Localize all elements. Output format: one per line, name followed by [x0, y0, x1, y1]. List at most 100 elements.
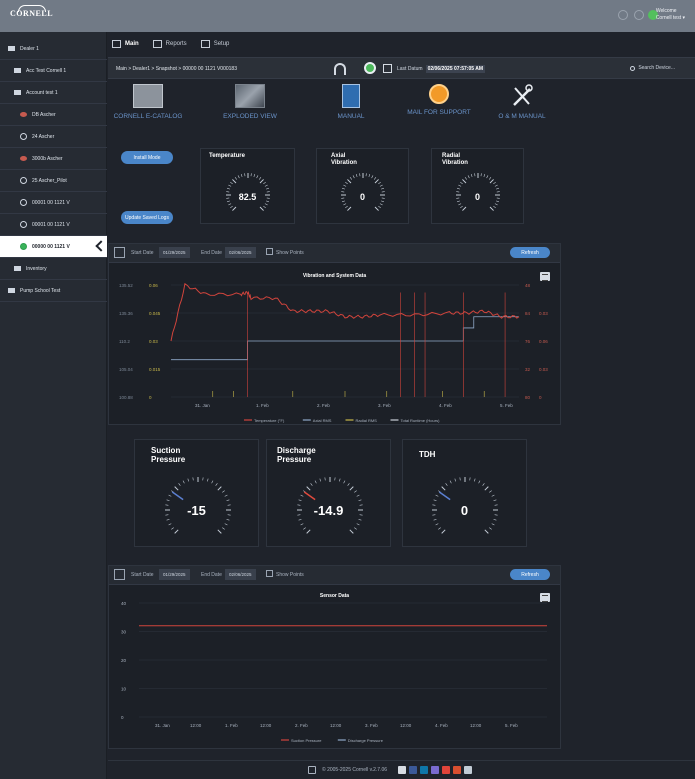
refresh-button[interactable]: Refresh — [510, 247, 550, 258]
x-axis-label: 3. Feb — [365, 723, 378, 728]
y-axis-label-right: 80 — [525, 395, 531, 400]
footer: © 2005-2025 Cornell v.2.7.06 — [108, 760, 695, 779]
sidebar-item-label: Inventory — [26, 265, 47, 272]
series-line-temperature — [170, 282, 520, 342]
tab-setup[interactable]: Setup — [200, 40, 229, 48]
show-points-label: Show Points — [276, 572, 304, 578]
facebook-icon[interactable] — [409, 766, 417, 774]
exploded-view-label: EXPLODED VIEW — [223, 113, 277, 120]
gauge-tick — [230, 181, 233, 185]
gauge-tick — [211, 480, 214, 484]
youtube-icon[interactable] — [442, 766, 450, 774]
user-menu[interactable]: Welcome Cornell test ▾ — [656, 8, 685, 22]
legend-label: Total Runtime (Hours) — [401, 418, 441, 423]
alert-icon — [20, 156, 27, 161]
start-date-input[interactable]: 01/29/2025 — [159, 247, 190, 258]
gauge-tick — [356, 523, 360, 526]
pump-icon — [20, 243, 27, 250]
tab-reports[interactable]: Reports — [152, 40, 187, 48]
end-date-input[interactable]: 02/06/2025 — [225, 569, 256, 580]
notification-icon[interactable] — [618, 10, 628, 20]
gauge-tick — [217, 486, 222, 491]
gauge-tick — [441, 529, 446, 534]
gauge-tick — [232, 179, 237, 184]
start-date-input[interactable]: 01/29/2025 — [159, 569, 190, 580]
social-icon[interactable] — [431, 766, 439, 774]
gauge-tick — [435, 494, 439, 497]
gauge-tick — [456, 187, 461, 190]
catalog-link[interactable]: CORNELL E-CATALOG — [110, 84, 186, 120]
manual-link[interactable]: MANUAL — [313, 84, 389, 120]
mail-support-link[interactable]: MAIL FOR SUPPORT — [398, 84, 480, 116]
gauge-tick — [484, 529, 489, 534]
sidebar-item-label: Pump School Test — [20, 287, 61, 294]
sidebar-item-label: Dealer 1 — [20, 45, 39, 52]
sidebar-item-selected-device[interactable]: 00000 00 1121 V — [0, 236, 107, 258]
sidebar-item-account[interactable]: Account test 1 — [0, 82, 107, 104]
sidebar-item-inventory[interactable]: Inventory — [0, 258, 107, 280]
gauge-tick — [449, 480, 452, 484]
copyright: © 2005-2025 Cornell v.2.7.06 — [322, 767, 388, 773]
show-points-checkbox[interactable] — [266, 570, 273, 577]
expand-icon[interactable] — [114, 247, 125, 258]
gauge-tick — [319, 478, 322, 482]
om-manual-link[interactable]: O & M MANUAL — [484, 84, 560, 120]
gauge-tick — [354, 490, 357, 493]
document-icon[interactable] — [308, 766, 316, 774]
gauge-tick — [174, 529, 179, 534]
sidebar-item-device[interactable]: 3000b Ascher — [0, 148, 107, 170]
sidebar-item-dealer[interactable]: Pump School Test — [0, 280, 107, 302]
y-axis-label-right: 0.06 — [539, 339, 548, 344]
settings-icon[interactable] — [634, 10, 644, 20]
sensor-chart: 40 30 20 10 0 31. Jan 12:00 1. Feb 12:00 2. Feb 12… — [121, 601, 547, 743]
flag-icon[interactable] — [453, 766, 461, 774]
x-axis-label: 1. Feb — [225, 723, 238, 728]
gauge-tick — [171, 527, 174, 530]
install-mode-button[interactable]: Install Mode — [121, 151, 173, 164]
sidebar-item-account[interactable]: Acc Test Cornell 1 — [0, 60, 107, 82]
gauge-needle — [438, 491, 451, 501]
gauge-dial — [341, 173, 385, 211]
email-icon[interactable] — [398, 766, 406, 774]
gauge-tick — [462, 179, 467, 184]
sidebar-item-device[interactable]: 00001 00 1121 V — [0, 192, 107, 214]
device-search[interactable]: Search Device... — [630, 65, 675, 71]
gauge-needle — [303, 491, 316, 501]
exploded-view-link[interactable]: EXPLODED VIEW — [212, 84, 288, 120]
sidebar-item-device[interactable]: DB Ascher — [0, 104, 107, 126]
gauge-value: 0 — [460, 503, 469, 518]
gauge-dial — [456, 173, 500, 211]
breadcrumb[interactable]: Main > Dealer1 > Snapshot > 00000 00 112… — [116, 66, 237, 72]
breadcrumb-bar: Main > Dealer1 > Snapshot > 00000 00 112… — [108, 57, 695, 79]
update-saved-logs-button[interactable]: Update Saved Logs — [121, 211, 173, 224]
gauge-tick — [300, 523, 304, 526]
sidebar-item-device[interactable]: 25 Ascher_Pilot — [0, 170, 107, 192]
flag-icon[interactable] — [464, 766, 472, 774]
refresh-button[interactable]: Refresh — [510, 569, 550, 580]
linkedin-icon[interactable] — [420, 766, 428, 774]
gauge-tick — [460, 205, 463, 209]
gauge-value: -14.9 — [313, 503, 344, 518]
sidebar-item-dealer[interactable]: Dealer 1 — [0, 38, 107, 60]
end-date-label: End Date — [201, 572, 222, 578]
y-axis-label-right: 0 — [539, 395, 542, 400]
wrench-icon — [200, 40, 210, 48]
y-axis-label: 100.88 — [119, 395, 133, 400]
search-input[interactable]: Search Device... — [638, 65, 675, 71]
tab-main[interactable]: Main — [112, 40, 139, 48]
gauge-tick — [256, 175, 259, 179]
gauge-tick — [263, 181, 266, 185]
vibration-chart-panel: Start Date 01/29/2025 End Date 02/06/202… — [108, 243, 561, 425]
sidebar-item-device[interactable]: 24 Ascher — [0, 126, 107, 148]
show-points-checkbox[interactable] — [266, 248, 273, 255]
edit-icon[interactable] — [383, 64, 392, 73]
sensor-chart-panel: Start Date 01/29/2025 End Date 02/06/202… — [108, 565, 561, 749]
gauge-tick — [166, 518, 170, 521]
sidebar-item-device[interactable]: 00001 00 1121 V — [0, 214, 107, 236]
cornell-logo[interactable]: CORNELL — [10, 5, 53, 23]
end-date-input[interactable]: 02/06/2025 — [225, 247, 256, 258]
catalog-icon — [133, 84, 163, 108]
y-axis-label: 0.03 — [149, 339, 158, 344]
expand-icon[interactable] — [114, 569, 125, 580]
gauge-tick — [483, 173, 486, 178]
